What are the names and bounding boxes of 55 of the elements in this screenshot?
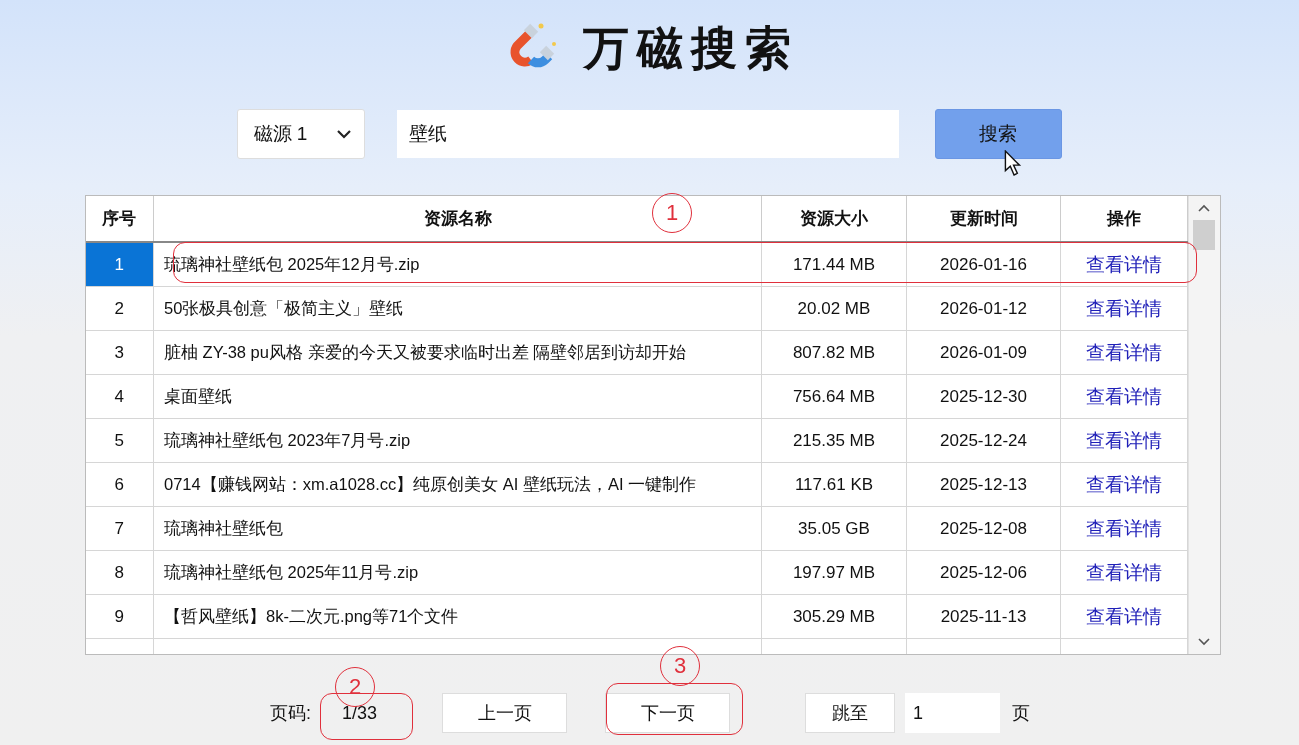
row-number-cell[interactable]: 6 — [85, 462, 154, 507]
resource-name-cell: 【哲风壁纸】8k-二次元.png等71个文件 — [153, 594, 762, 639]
resource-name-cell: 脏柚 ZY-38 pu风格 亲爱的今天又被要求临时出差 隔壁邻居到访却开始 — [153, 330, 762, 375]
previous-page-button[interactable]: 上一页 — [442, 693, 567, 733]
source-dropdown[interactable]: 磁源 1 — [236, 109, 365, 159]
size-cell: 35.05 GB — [761, 506, 907, 551]
app-title: 万磁搜索 — [582, 25, 799, 71]
size-cell: 807.82 MB — [761, 330, 907, 375]
resource-name-cell: 0714【赚钱网站：xm.a1028.cc】纯原创美女 AI 壁纸玩法，AI 一键制作 — [153, 462, 762, 507]
row-number-cell[interactable]: 1 — [85, 242, 154, 287]
row-number-cell[interactable]: 7 — [85, 506, 154, 551]
row-number-cell[interactable]: 4 — [85, 374, 154, 419]
size-cell: 197.97 MB — [761, 550, 907, 595]
row-number-cell[interactable]: 8 — [85, 550, 154, 595]
date-cell: 2025-11-13 — [906, 594, 1061, 639]
row-number-cell[interactable]: 9 — [85, 594, 154, 639]
scroll-up-icon[interactable] — [1198, 204, 1211, 212]
date-cell: 2025-12-24 — [906, 418, 1061, 463]
resource-name-cell: 桌面壁纸 — [153, 374, 762, 419]
scrollbar[interactable] — [1188, 196, 1220, 654]
search-button[interactable]: 搜索 — [934, 109, 1062, 159]
date-cell: 2025-12-06 — [906, 550, 1061, 595]
resource-name-cell: 琉璃神社壁纸包 2023年7月号.zip — [153, 418, 762, 463]
size-cell: 20.02 MB — [761, 286, 907, 331]
date-cell: 2025-12-30 — [906, 374, 1061, 419]
column-header[interactable]: 操作 — [1060, 196, 1188, 242]
resource-name-cell: 琉璃神社壁纸包 2025年11月号.zip — [153, 550, 762, 595]
page-label: 页码: — [270, 702, 312, 725]
column-header[interactable]: 资源大小 — [761, 196, 907, 242]
search-field[interactable]: 壁纸 — [396, 110, 899, 158]
resource-name-cell: 50张极具创意「极简主义」壁纸 — [153, 286, 762, 331]
row-number-cell[interactable]: 2 — [85, 286, 154, 331]
date-cell: 2025-12-13 — [906, 462, 1061, 507]
page-unit-label: 页 — [1012, 702, 1030, 725]
date-cell: 2026-01-12 — [906, 286, 1061, 331]
size-cell: 305.29 MB — [761, 594, 907, 639]
scrollbar-thumb[interactable] — [1193, 220, 1216, 250]
scroll-down-icon[interactable] — [1198, 638, 1211, 646]
date-cell: 2026-01-16 — [906, 242, 1061, 287]
date-cell: 2025-12-08 — [906, 506, 1061, 551]
date-cell: 2026-01-09 — [906, 330, 1061, 375]
row-number-cell[interactable]: 5 — [85, 418, 154, 463]
row-number-cell[interactable]: 3 — [85, 330, 154, 375]
size-cell: 756.64 MB — [761, 374, 907, 419]
size-cell: 215.35 MB — [761, 418, 907, 463]
chevron-down-icon — [335, 129, 352, 139]
mouse-pointer-icon — [1004, 150, 1022, 176]
column-header[interactable]: 更新时间 — [906, 196, 1061, 242]
size-cell: 171.44 MB — [761, 242, 907, 287]
resource-name-cell: 琉璃神社壁纸包 — [153, 506, 762, 551]
next-page-button[interactable]: 下一页 — [605, 693, 730, 733]
size-cell: 117.61 KB — [761, 462, 907, 507]
column-header[interactable]: 序号 — [85, 196, 154, 242]
jump-button[interactable]: 跳至 — [805, 693, 895, 733]
page-input[interactable]: 1 — [905, 693, 1000, 733]
